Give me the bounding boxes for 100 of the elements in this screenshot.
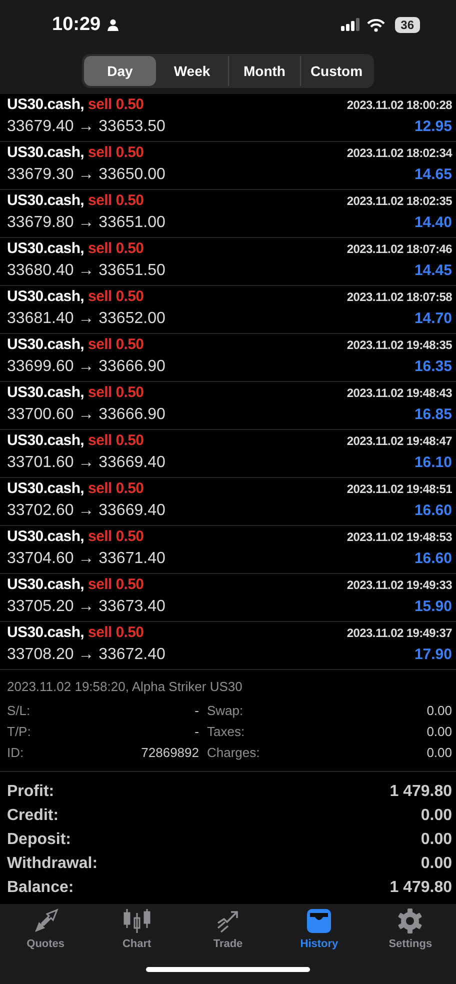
battery-icon: 36 (394, 17, 420, 34)
deal-prices: 33702.60 → 33669.40 (7, 502, 166, 520)
deal-action: sell 0.50 (88, 528, 144, 545)
deal-symbol: US30.cash, (7, 240, 84, 257)
deal-time: 2023.11.02 18:07:58 (346, 290, 452, 304)
trend-icon (215, 908, 241, 934)
deal-symbol: US30.cash, (7, 624, 84, 641)
detail-label: Charges: (207, 745, 261, 760)
summary-value: 0.00 (420, 807, 452, 826)
inbox-icon (306, 908, 332, 934)
deal-profit: 15.90 (414, 598, 452, 615)
deal-profit: 14.70 (414, 310, 452, 327)
detail-value: 0.00 (426, 703, 452, 718)
deal-prices: 33679.80 → 33651.00 (7, 214, 166, 232)
detail-label: Swap: (207, 703, 244, 718)
deal-action: sell 0.50 (88, 288, 144, 305)
deal-prices: 33699.60 → 33666.90 (7, 358, 166, 376)
deal-prices: 33680.40 → 33651.50 (7, 262, 166, 280)
deal-action: sell 0.50 (88, 624, 144, 641)
deal-profit: 16.35 (414, 358, 452, 375)
deal-time: 2023.11.02 19:49:37 (346, 626, 452, 640)
detail-label: S/L: (7, 703, 32, 718)
deal-symbol: US30.cash, (7, 528, 84, 545)
deal-action: sell 0.50 (88, 96, 144, 113)
deal-time: 2023.11.02 19:49:33 (346, 578, 452, 592)
deal-profit: 14.45 (414, 262, 452, 279)
deal-action: sell 0.50 (88, 384, 144, 401)
deal-time: 2023.11.02 18:00:28 (346, 98, 452, 112)
detail-label: ID: (7, 745, 25, 760)
period-tab[interactable]: Month (228, 56, 300, 86)
detail-value: - (194, 724, 200, 740)
deal-prices: 33679.30 → 33650.00 (7, 166, 166, 184)
arrows-icon (32, 908, 59, 934)
deal-prices: 33679.40 → 33653.50 (7, 118, 166, 136)
detail-value: 72869892 (140, 745, 200, 760)
nav-tab[interactable]: Trade (182, 908, 274, 956)
deal-prices: 33708.20 → 33672.40 (7, 646, 166, 664)
person-icon (106, 19, 119, 32)
deal-symbol: US30.cash, (7, 336, 84, 353)
deal-prices: 33704.60 → 33671.40 (7, 550, 166, 568)
deal-action: sell 0.50 (88, 240, 144, 257)
detail-value: - (194, 703, 200, 718)
candlestick-icon (122, 908, 152, 934)
period-tab[interactable]: Day (84, 56, 156, 86)
deal-symbol: US30.cash, (7, 288, 84, 305)
summary-label: Credit: (7, 807, 59, 826)
deal-time: 2023.11.02 19:48:43 (346, 386, 452, 400)
deal-action: sell 0.50 (88, 336, 144, 353)
summary-value: 0.00 (420, 855, 452, 874)
summary-label: Profit: (7, 783, 54, 802)
deal-time: 2023.11.02 19:48:47 (346, 434, 452, 448)
deal-time: 2023.11.02 18:07:46 (346, 242, 452, 256)
summary-label: Balance: (7, 879, 74, 898)
deal-prices: 33705.20 → 33673.40 (7, 598, 166, 616)
deal-profit: 14.65 (414, 166, 452, 183)
deal-action: sell 0.50 (88, 480, 144, 497)
summary-label: Deposit: (7, 831, 71, 850)
deal-time: 2023.11.02 18:02:35 (346, 194, 452, 208)
deal-prices: 33701.60 → 33669.40 (7, 454, 166, 472)
deal-time: 2023.11.02 19:48:51 (346, 482, 452, 496)
summary-value: 0.00 (420, 831, 452, 850)
status-time: 10:29 (52, 14, 101, 36)
nav-tab[interactable]: History (274, 908, 365, 956)
deal-profit: 16.85 (414, 406, 452, 423)
deal-prices: 33681.40 → 33652.00 (7, 310, 166, 328)
deal-symbol: US30.cash, (7, 576, 84, 593)
deal-profit: 17.90 (414, 646, 452, 663)
deal-time: 2023.11.02 19:48:53 (346, 530, 452, 544)
deal-time: 2023.11.02 18:02:34 (346, 146, 452, 160)
deal-profit: 14.40 (414, 214, 452, 231)
deal-action: sell 0.50 (88, 144, 144, 161)
detail-label: Taxes: (207, 724, 246, 740)
summary-label: Withdrawal: (7, 855, 98, 874)
detail-label: T/P: (7, 724, 32, 740)
settings-icon (397, 908, 424, 934)
deal-profit: 12.95 (414, 118, 452, 135)
deal-action: sell 0.50 (88, 432, 144, 449)
deal-profit: 16.60 (414, 550, 452, 567)
nav-tab[interactable]: Quotes (0, 908, 92, 956)
wifi-icon (366, 18, 385, 32)
nav-tab[interactable]: Settings (364, 908, 456, 956)
deal-time: 2023.11.02 19:48:35 (346, 338, 452, 352)
period-tab[interactable]: Custom (300, 56, 372, 86)
deal-profit: 16.10 (414, 454, 452, 471)
summary-value: 1 479.80 (390, 879, 452, 898)
nav-tab[interactable]: Chart (91, 908, 182, 956)
deal-profit: 16.60 (414, 502, 452, 519)
detail-value: 0.00 (426, 724, 452, 740)
period-tab[interactable]: Week (156, 56, 228, 86)
detail-value: 0.00 (426, 745, 452, 760)
deal-symbol: US30.cash, (7, 96, 84, 113)
detail-header: 2023.11.02 19:58:20, Alpha Striker US30 (7, 678, 244, 696)
deal-action: sell 0.50 (88, 192, 144, 209)
deal-symbol: US30.cash, (7, 144, 84, 161)
deal-symbol: US30.cash, (7, 384, 84, 401)
deal-symbol: US30.cash, (7, 432, 84, 449)
deal-prices: 33700.60 → 33666.90 (7, 406, 166, 424)
deal-action: sell 0.50 (88, 576, 144, 593)
signal-icon (340, 18, 361, 32)
deal-symbol: US30.cash, (7, 192, 84, 209)
